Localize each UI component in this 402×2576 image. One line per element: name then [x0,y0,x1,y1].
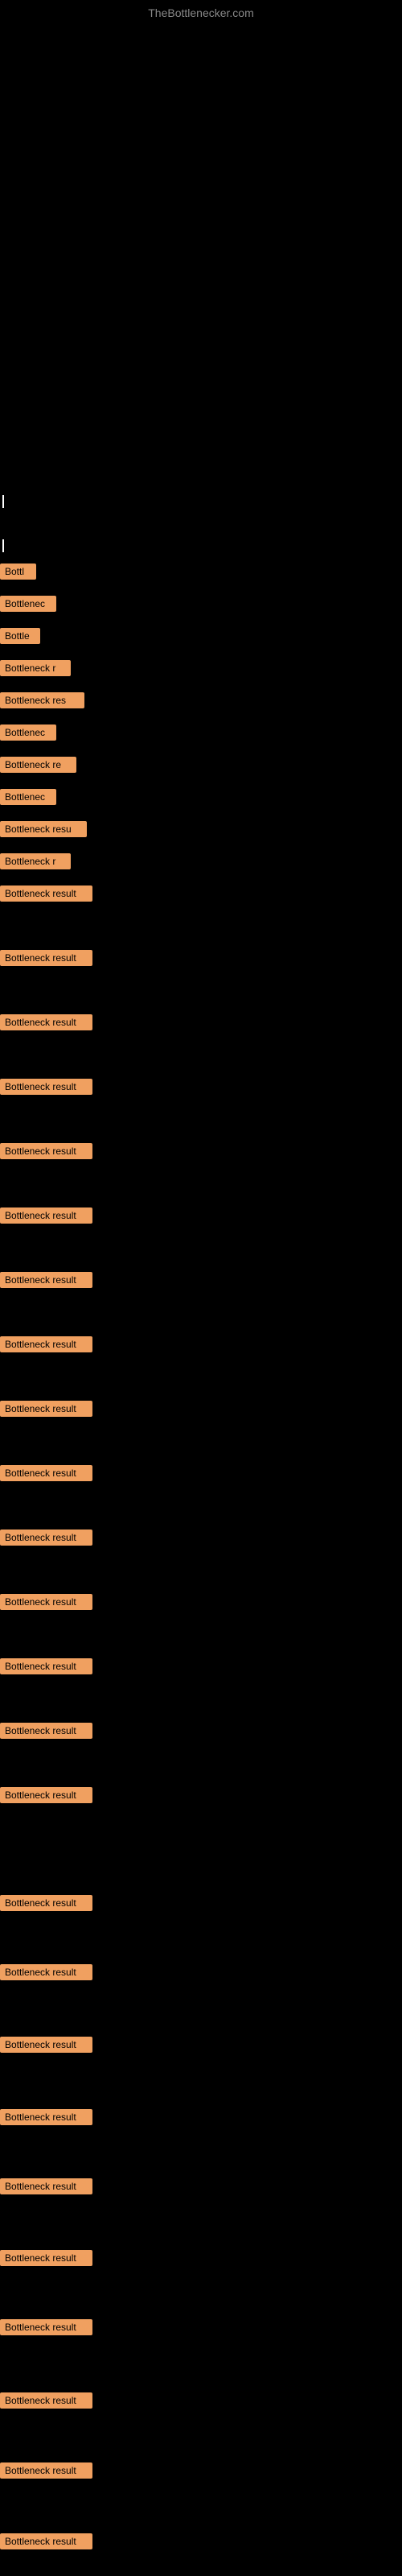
bottleneck-result-9[interactable]: Bottleneck r [0,853,71,869]
bottleneck-result-15[interactable]: Bottleneck result [0,1208,92,1224]
bottleneck-result-5[interactable]: Bottlenec [0,724,56,741]
bottleneck-result-4[interactable]: Bottleneck res [0,692,84,708]
bottleneck-result-34[interactable]: Bottleneck result [0,2533,92,2549]
bottleneck-result-23[interactable]: Bottleneck result [0,1723,92,1739]
bottleneck-result-2[interactable]: Bottle [0,628,40,644]
bottleneck-result-12[interactable]: Bottleneck result [0,1014,92,1030]
bottleneck-result-14[interactable]: Bottleneck result [0,1143,92,1159]
bottleneck-result-24[interactable]: Bottleneck result [0,1787,92,1803]
bottleneck-result-10[interactable]: Bottleneck result [0,886,92,902]
bottleneck-result-29[interactable]: Bottleneck result [0,2178,92,2194]
cursor-line-0 [2,495,4,508]
bottleneck-result-3[interactable]: Bottleneck r [0,660,71,676]
bottleneck-result-31[interactable]: Bottleneck result [0,2319,92,2335]
bottleneck-result-1[interactable]: Bottlenec [0,596,56,612]
bottleneck-result-18[interactable]: Bottleneck result [0,1401,92,1417]
bottleneck-result-21[interactable]: Bottleneck result [0,1594,92,1610]
bottleneck-result-16[interactable]: Bottleneck result [0,1272,92,1288]
bottleneck-result-28[interactable]: Bottleneck result [0,2109,92,2125]
bottleneck-result-32[interactable]: Bottleneck result [0,2392,92,2409]
bottleneck-result-26[interactable]: Bottleneck result [0,1964,92,1980]
bottleneck-result-19[interactable]: Bottleneck result [0,1465,92,1481]
bottleneck-result-17[interactable]: Bottleneck result [0,1336,92,1352]
bottleneck-result-8[interactable]: Bottleneck resu [0,821,87,837]
bottleneck-result-0[interactable]: Bottl [0,564,36,580]
bottleneck-result-11[interactable]: Bottleneck result [0,950,92,966]
site-title: TheBottlenecker.com [148,6,254,19]
bottleneck-result-30[interactable]: Bottleneck result [0,2250,92,2266]
bottleneck-result-33[interactable]: Bottleneck result [0,2462,92,2479]
bottleneck-result-27[interactable]: Bottleneck result [0,2037,92,2053]
bottleneck-result-6[interactable]: Bottleneck re [0,757,76,773]
bottleneck-result-25[interactable]: Bottleneck result [0,1895,92,1911]
bottleneck-result-20[interactable]: Bottleneck result [0,1530,92,1546]
bottleneck-result-7[interactable]: Bottlenec [0,789,56,805]
bottleneck-result-22[interactable]: Bottleneck result [0,1658,92,1674]
cursor-line-1 [2,539,4,552]
bottleneck-result-13[interactable]: Bottleneck result [0,1079,92,1095]
